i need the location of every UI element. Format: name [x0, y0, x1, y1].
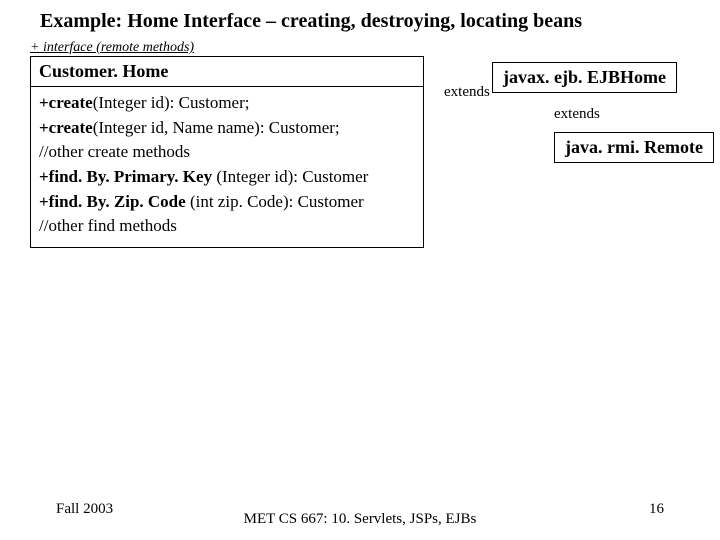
method-row: //other create methods: [39, 140, 415, 165]
method-row: +create(Integer id, Name name): Customer…: [39, 116, 415, 141]
method-rest: (Integer id, Name name): Customer;: [93, 118, 340, 137]
method-row: //other find methods: [39, 214, 415, 239]
uml-class-box: Customer. Home +create(Integer id): Cust…: [30, 56, 424, 248]
method-rest: //other find methods: [39, 216, 177, 235]
stereotype-label: + interface (remote methods): [30, 40, 194, 56]
uml-methods: +create(Integer id): Customer; +create(I…: [31, 87, 423, 247]
method-rest: (Integer id): Customer;: [93, 93, 250, 112]
method-rest: (Integer id): Customer: [212, 167, 368, 186]
method-bold: +create: [39, 93, 93, 112]
method-bold: +find. By. Primary. Key: [39, 167, 212, 186]
ejbhome-box: javax. ejb. EJBHome: [492, 62, 677, 93]
method-bold: +find. By. Zip. Code: [39, 192, 186, 211]
method-row: +create(Integer id): Customer;: [39, 91, 415, 116]
footer-right: 16: [649, 501, 664, 518]
extends-label-2: extends: [554, 106, 600, 123]
method-rest: //other create methods: [39, 142, 190, 161]
method-row: +find. By. Primary. Key (Integer id): Cu…: [39, 165, 415, 190]
method-rest: (int zip. Code): Customer: [186, 192, 364, 211]
method-bold: +create: [39, 118, 93, 137]
method-row: +find. By. Zip. Code (int zip. Code): Cu…: [39, 190, 415, 215]
footer-center: MET CS 667: 10. Servlets, JSPs, EJBs: [0, 511, 720, 528]
uml-class-name: Customer. Home: [31, 57, 423, 87]
slide-title: Example: Home Interface – creating, dest…: [40, 10, 582, 33]
extends-label-1: extends: [444, 84, 490, 101]
remote-box: java. rmi. Remote: [554, 132, 714, 163]
